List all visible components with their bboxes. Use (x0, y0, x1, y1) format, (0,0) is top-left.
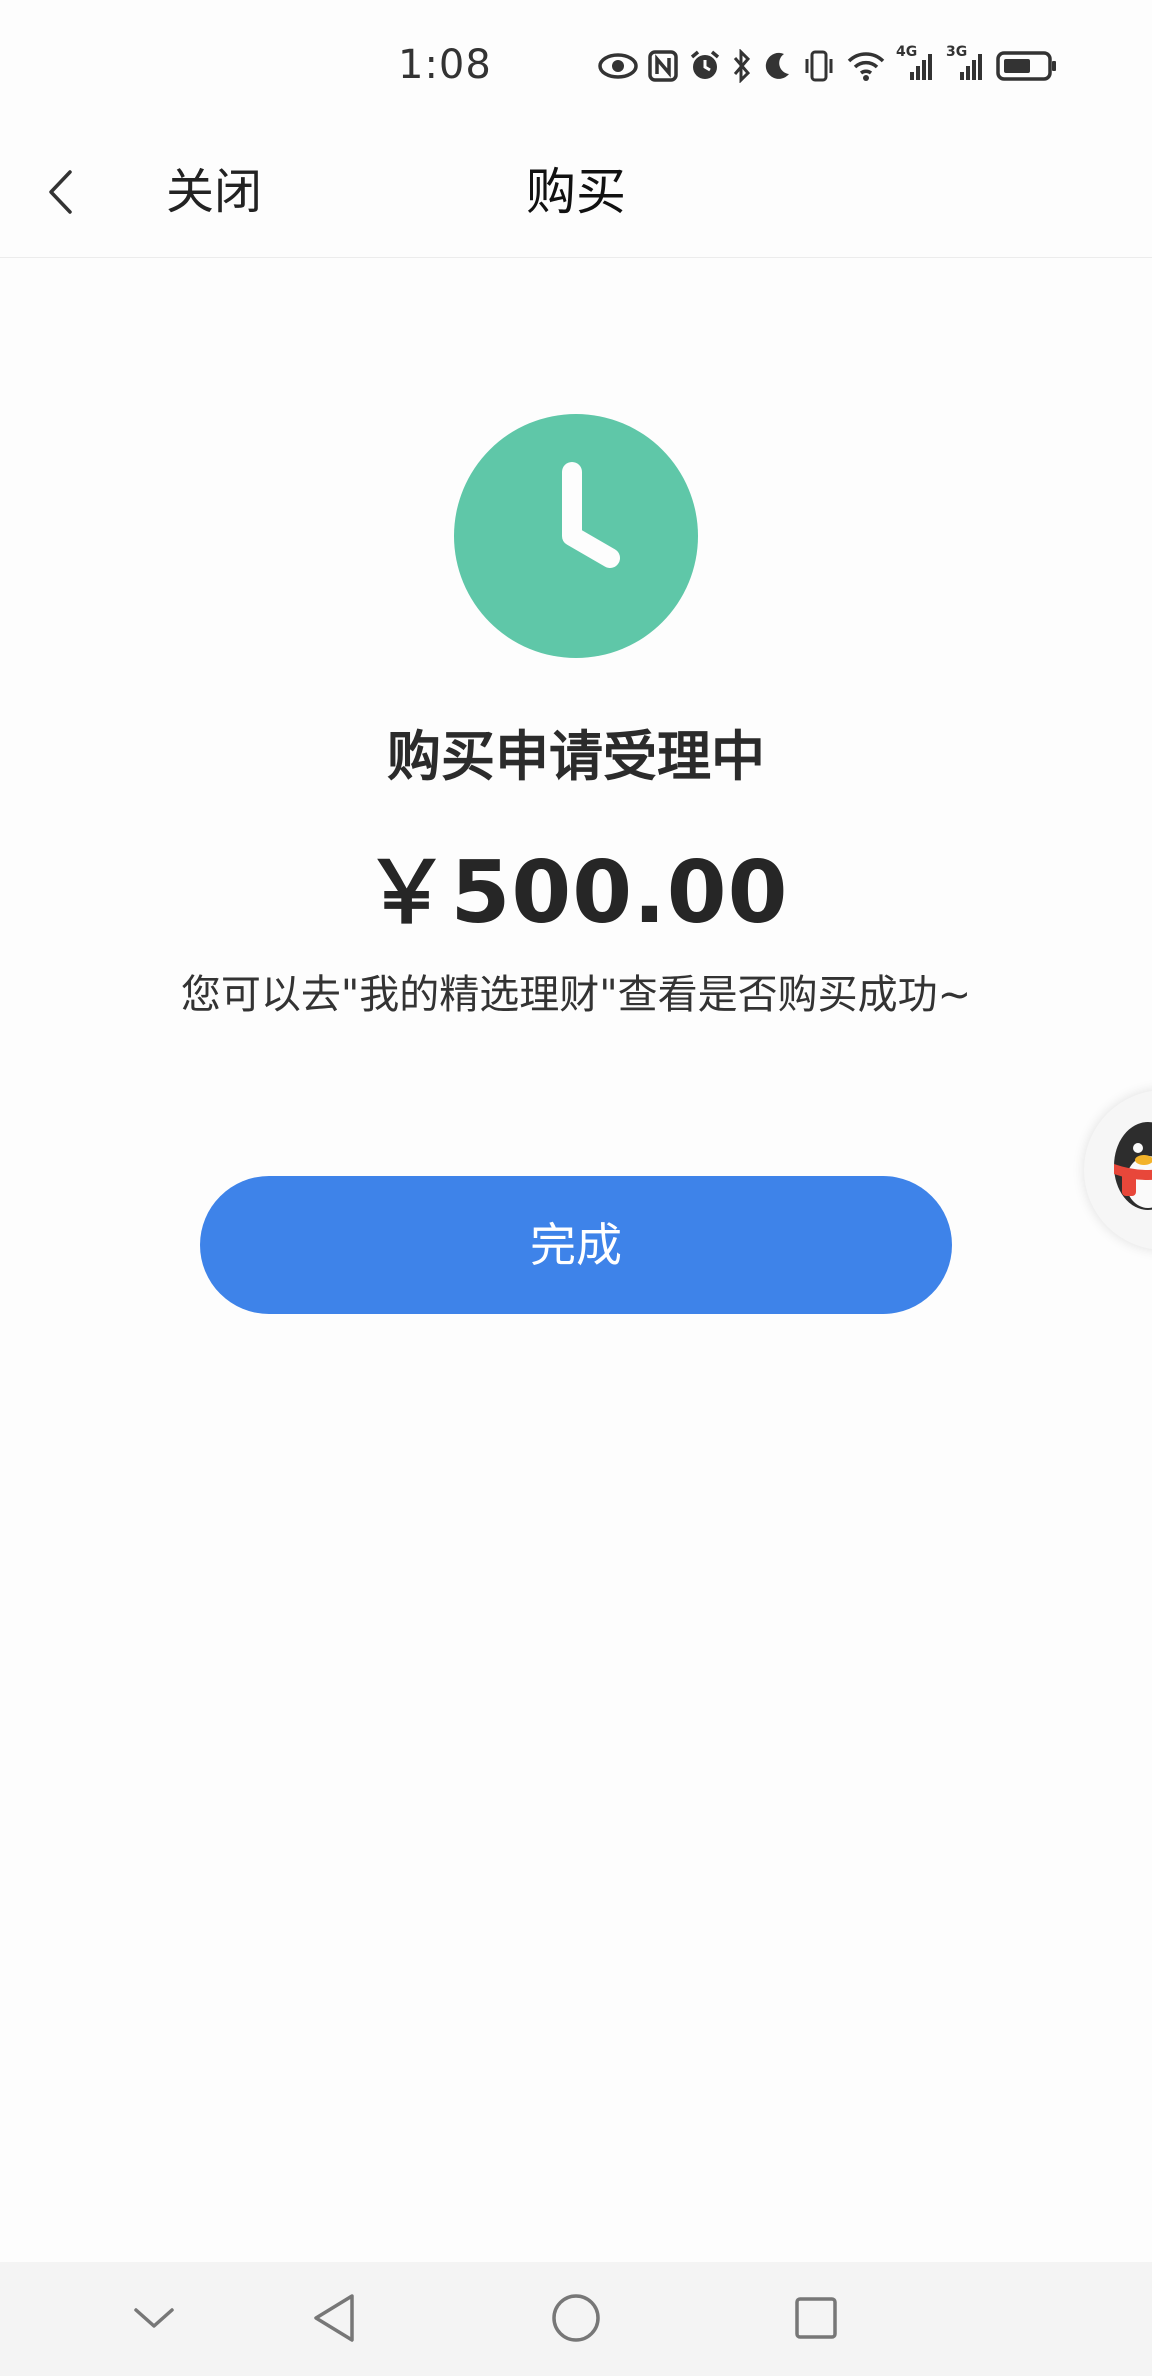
signal-3g-icon: 3G (946, 44, 986, 84)
bluetooth-icon (732, 49, 752, 83)
home-circle-icon (550, 2292, 602, 2348)
status-time: 1:08 (398, 42, 492, 88)
status-icons: 4G 3G (598, 44, 1058, 88)
result-title: 购买申请受理中 (387, 725, 765, 788)
back-triangle-icon (310, 2292, 358, 2348)
floating-qq-widget[interactable] (1084, 1090, 1152, 1250)
nav-home-button[interactable] (544, 2288, 608, 2352)
nav-bar (0, 2262, 1152, 2376)
vibrate-icon (802, 49, 836, 83)
clock-icon (452, 412, 700, 660)
header: 关闭 购买 (0, 130, 1152, 258)
wifi-icon (846, 50, 886, 82)
result-amount: ￥500.00 (363, 843, 789, 943)
result-hint: 您可以去"我的精选理财"查看是否购买成功~ (180, 972, 972, 1018)
qq-penguin-icon (1084, 1110, 1152, 1250)
screen: 1:08 4G 3G 关闭 购买 购买申请受理中 ￥500.00 您可以去"我的… (0, 0, 1152, 2376)
alarm-icon (688, 49, 722, 83)
back-button[interactable] (38, 158, 82, 230)
chevron-down-icon (132, 2304, 176, 2336)
chevron-left-icon (46, 169, 74, 219)
done-button[interactable]: 完成 (200, 1176, 952, 1314)
status-bar: 1:08 4G 3G (0, 0, 1152, 130)
nav-back-button[interactable] (302, 2288, 366, 2352)
battery-icon (996, 50, 1058, 82)
nav-recents-button[interactable] (784, 2288, 848, 2352)
signal-4g-icon: 4G (896, 44, 936, 84)
nav-hide-button[interactable] (122, 2288, 186, 2352)
moon-icon (762, 50, 792, 82)
close-button[interactable]: 关闭 (166, 156, 262, 228)
eye-icon (598, 52, 638, 80)
nfc-icon (648, 50, 678, 82)
recents-square-icon (792, 2294, 840, 2346)
